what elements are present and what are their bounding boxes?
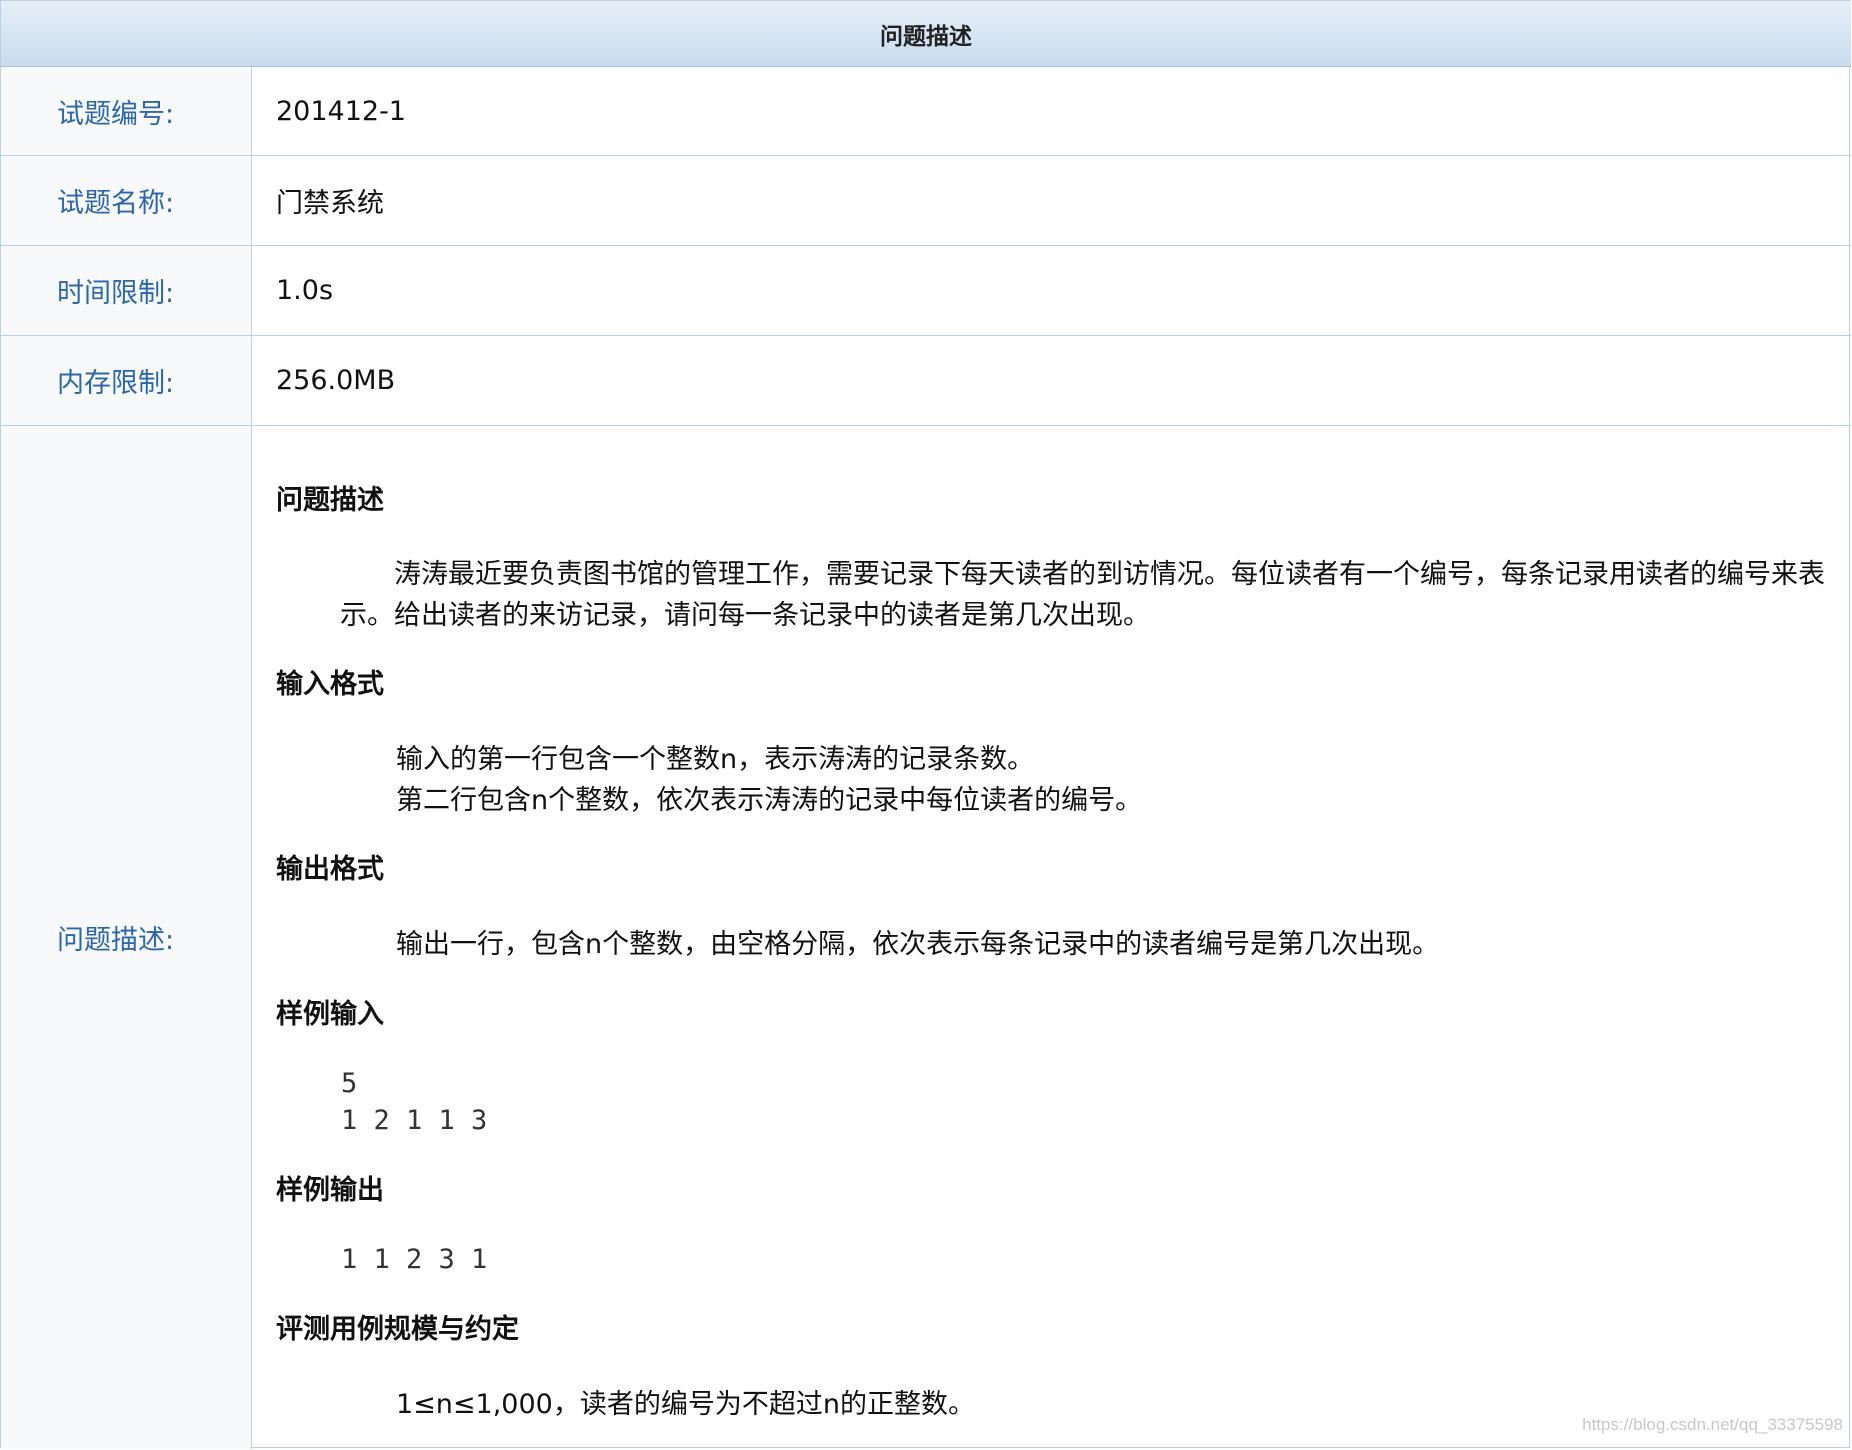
scale-text: 1≤n≤1,000，读者的编号为不超过n的正整数。: [396, 1389, 975, 1420]
info-row-id: 试题编号: 201412-1: [1, 67, 1851, 156]
section-title-problem: 问题描述: [276, 485, 384, 516]
info-label: 时间限制:: [1, 246, 252, 335]
section-title-sample-input: 样例输入: [276, 999, 384, 1030]
info-label: 试题名称:: [1, 156, 252, 245]
sample-input-line-2: 1 2 1 1 3: [341, 1105, 488, 1136]
input-line-2: 第二行包含n个整数，依次表示涛涛的记录中每位读者的编号。: [396, 785, 1143, 816]
description-label: 问题描述:: [1, 426, 252, 1449]
info-row-time-limit: 时间限制: 1.0s: [1, 246, 1851, 336]
sample-input-line-1: 5: [341, 1068, 358, 1099]
info-value: 201412-1: [276, 95, 406, 127]
info-value: 1.0s: [276, 275, 334, 306]
info-row-name: 试题名称: 门禁系统: [1, 156, 1851, 246]
description-row: 问题描述: 问题描述 涛涛最近要负责图书馆的管理工作，需要记录下每天读者的到访情…: [1, 426, 1851, 1449]
info-value: 256.0MB: [276, 365, 396, 396]
input-line-1: 输入的第一行包含一个整数n，表示涛涛的记录条数。: [396, 744, 1035, 775]
info-label: 试题编号:: [1, 67, 252, 155]
info-value: 门禁系统: [276, 188, 384, 219]
problem-table: 问题描述 试题编号: 201412-1 试题名称: 门禁系统 时间限制: 1.0…: [0, 0, 1851, 1449]
section-title-sample-output: 样例输出: [276, 1175, 384, 1206]
section-title-output: 输出格式: [276, 854, 384, 885]
section-title-scale: 评测用例规模与约定: [276, 1314, 519, 1345]
sample-output-line-1: 1 1 2 3 1: [341, 1244, 488, 1275]
info-label: 内存限制:: [1, 336, 252, 425]
watermark-text: https://blog.csdn.net/qq_33375598: [1582, 1415, 1843, 1434]
table-header: 问题描述: [1, 1, 1851, 67]
section-title-input: 输入格式: [276, 669, 384, 700]
header-title: 问题描述: [880, 23, 972, 50]
info-row-memory-limit: 内存限制: 256.0MB: [1, 336, 1851, 426]
output-text: 输出一行，包含n个整数，由空格分隔，依次表示每条记录中的读者编号是第几次出现。: [396, 929, 1440, 960]
problem-text: 涛涛最近要负责图书馆的管理工作，需要记录下每天读者的到访情况。每位读者有一个编号…: [340, 559, 1825, 631]
